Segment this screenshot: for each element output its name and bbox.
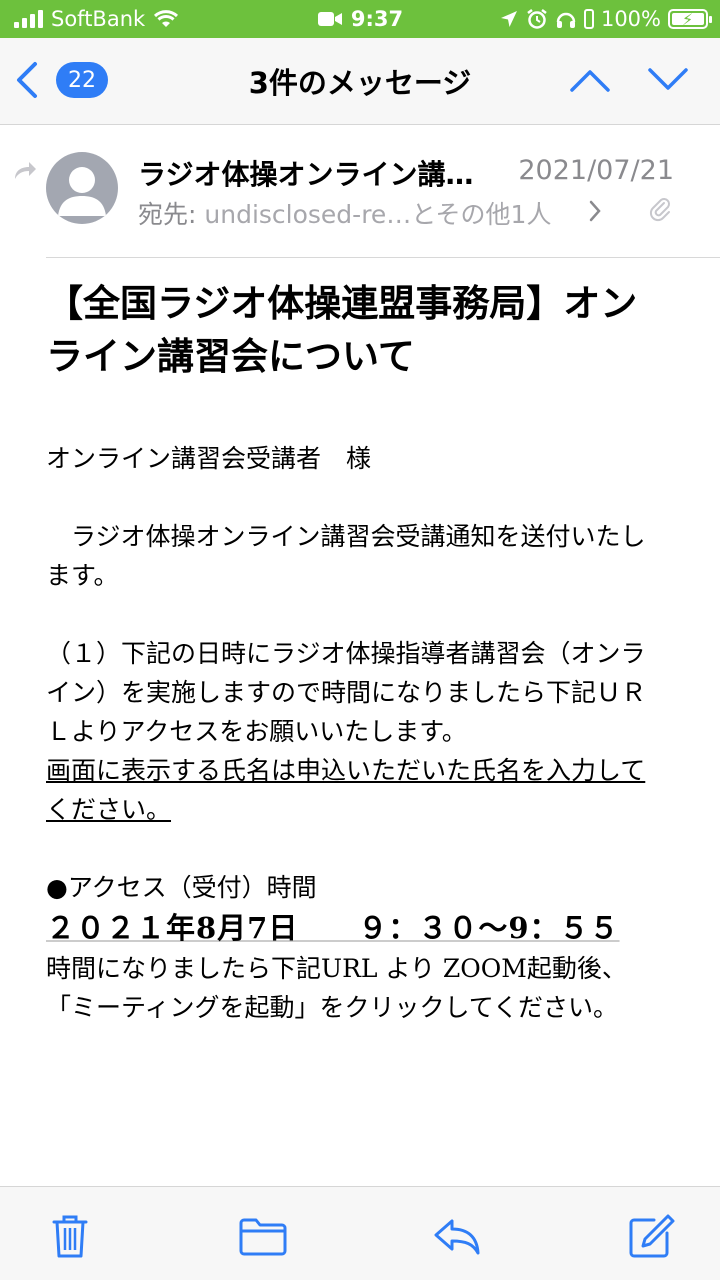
battery-icon: ⚡ [668,9,712,29]
battery-percent: 100% [600,7,661,31]
status-right: 100% ⚡ [499,6,712,32]
recipient-label: 宛先: [138,200,197,229]
next-message-button[interactable] [646,62,690,98]
thread-title: 3件のメッセージ [248,66,472,100]
message-card: ラジオ体操オンライン講… 2021/07/21 宛先: undisclosed-… [0,124,720,1186]
bottom-toolbar [0,1186,720,1280]
reply-icon[interactable] [432,1213,482,1259]
trash-icon[interactable] [46,1213,94,1259]
header-divider [46,257,720,258]
folder-icon[interactable] [238,1213,288,1259]
compose-icon[interactable] [628,1213,676,1259]
location-icon [500,11,517,27]
replied-arrow-icon [15,162,36,179]
body-intro: ラジオ体操オンライン講習会受講通知を送付いたします。 [46,522,646,590]
status-bar: SoftBank 9:37 100% ⚡ [0,0,720,38]
navigation-bar: 22 3件のメッセージ [0,38,720,124]
body-instruction: 時間になりましたら下記URL より ZOOM起動後、「ミーティングを起動」をクリ… [46,954,627,1022]
rotation-lock-icon [583,9,594,29]
message-body: オンライン講習会受講者 様 ラジオ体操オンライン講習会受講通知を送付いたします。… [46,439,646,1027]
chevron-right-icon[interactable] [588,199,602,223]
message-subject: 【全国ラジオ体操連盟事務局】オンライン講習会について [46,282,638,378]
paperclip-icon [649,198,670,222]
person-icon [58,167,106,216]
body-greeting: オンライン講習会受講者 様 [46,444,372,473]
recipient-value: undisclosed-re…とその他1人 [204,200,552,229]
headphones-icon [556,12,576,28]
sender-name[interactable]: ラジオ体操オンライン講… [138,153,508,193]
body-item1-note: 画面に表示する氏名は申込いただいた氏名を入力してください。 [46,756,646,824]
alarm-icon [527,9,547,29]
recipient-line[interactable]: 宛先: undisclosed-re…とその他1人 [138,195,608,231]
video-camera-icon [317,12,342,26]
body-item1: （１）下記の日時にラジオ体操指導者講習会（オンライン）を実施しますので時間になり… [46,639,647,746]
body-access-label: ●アクセス（受付）時間 [46,873,317,902]
message-date: 2021/07/21 [518,155,674,186]
clock-time: 9:37 [350,7,404,31]
previous-message-button[interactable] [568,62,612,98]
body-access-time: ２０２１年8月7日 ９：３０〜9：５５ [46,911,620,945]
sender-avatar[interactable] [46,152,118,224]
